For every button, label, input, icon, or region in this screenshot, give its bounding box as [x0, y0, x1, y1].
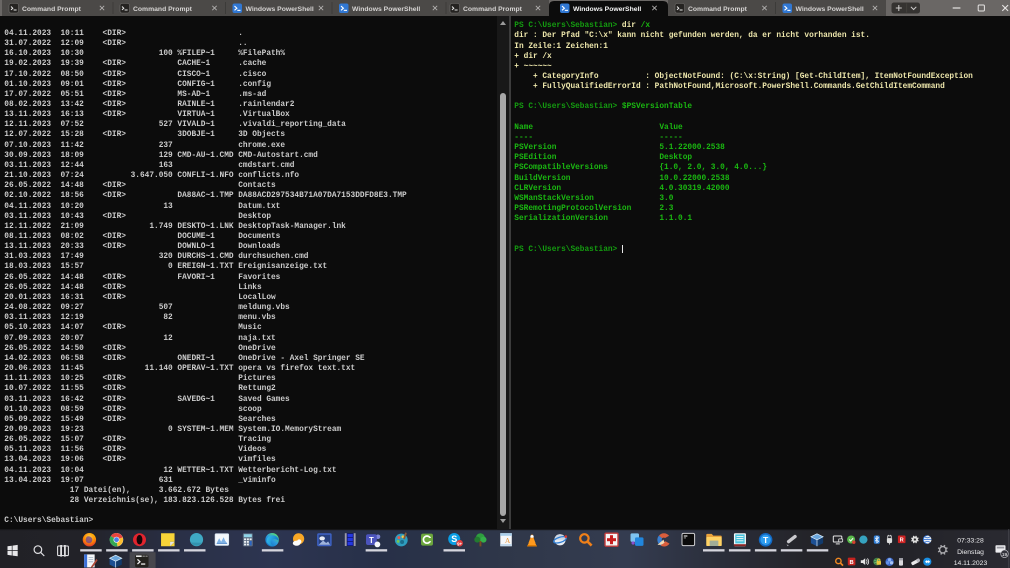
- svg-text:Command Prompt: Command Prompt: [688, 6, 748, 13]
- svg-text:9+: 9+: [457, 541, 462, 546]
- svg-text:07:33:28: 07:33:28: [957, 537, 984, 544]
- svg-text:Windows PowerShell: Windows PowerShell: [573, 6, 641, 13]
- svg-text:14.11.2023: 14.11.2023: [954, 560, 988, 567]
- svg-text:T: T: [369, 536, 374, 545]
- svg-text:Dienstag: Dienstag: [957, 549, 984, 556]
- svg-text:19: 19: [1002, 552, 1008, 558]
- svg-text:Windows PowerShell: Windows PowerShell: [796, 6, 864, 13]
- svg-text:T: T: [763, 535, 769, 545]
- svg-text:Windows PowerShell: Windows PowerShell: [246, 6, 314, 13]
- svg-text:B: B: [850, 560, 854, 566]
- svg-text:Windows PowerShell: Windows PowerShell: [352, 6, 420, 13]
- svg-text:R: R: [900, 538, 904, 544]
- svg-text:Command Prompt: Command Prompt: [463, 6, 523, 13]
- svg-text:Command Prompt: Command Prompt: [22, 6, 82, 13]
- svg-text:Command Prompt: Command Prompt: [133, 6, 193, 13]
- svg-text:A: A: [505, 536, 511, 545]
